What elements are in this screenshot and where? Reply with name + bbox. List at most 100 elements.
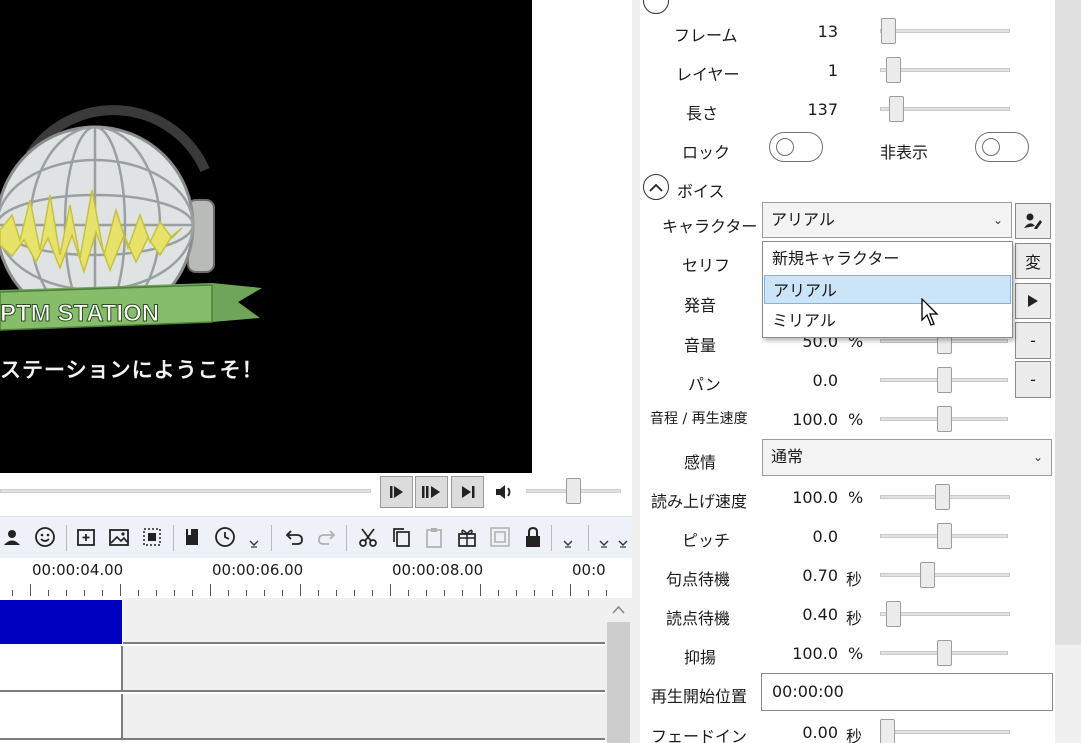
clock-icon[interactable] [213, 525, 237, 549]
scrollbar-thumb[interactable] [1055, 0, 1081, 645]
pan-label: パン [688, 375, 721, 394]
comma-wait-slider-thumb[interactable] [885, 601, 901, 627]
ruler-tick [570, 584, 571, 596]
volume-icon[interactable] [494, 482, 516, 502]
length-label: 長さ [686, 104, 719, 123]
seek-bar[interactable] [0, 489, 371, 493]
pitch-speed-slider-thumb[interactable] [936, 406, 952, 432]
dropdown-arrow-icon[interactable] [242, 525, 266, 549]
scissors-icon[interactable] [356, 525, 380, 549]
period-wait-value: 0.70 [802, 566, 838, 585]
toolbar-divider [346, 525, 347, 551]
volume-label: 音量 [684, 336, 717, 355]
panel-splitter[interactable] [632, 0, 640, 743]
pitch-slider-thumb[interactable] [936, 523, 952, 549]
scrollbar-thumb[interactable] [607, 622, 630, 743]
dropdown-option[interactable]: アリアル [764, 275, 1011, 304]
ruler-tick [12, 590, 13, 596]
play-pause-button[interactable] [415, 476, 448, 508]
read-speed-slider-thumb[interactable] [935, 484, 951, 510]
ruler-tick [102, 590, 103, 596]
pitch-speed-unit: % [848, 410, 864, 429]
volume-slider-thumb[interactable] [566, 478, 581, 504]
pan-slider-thumb[interactable] [936, 367, 952, 393]
track-area[interactable] [0, 694, 123, 740]
hide-toggle[interactable] [975, 132, 1029, 162]
start-position-input[interactable]: 00:00:00 [761, 673, 1053, 711]
lock-toggle[interactable] [769, 132, 823, 162]
emotion-select[interactable]: 通常 ⌄ [762, 439, 1052, 476]
collapse-general-icon[interactable] [643, 0, 669, 14]
play-icon [1028, 295, 1038, 307]
frame-slider-thumb[interactable] [881, 18, 897, 44]
period-wait-slider-track[interactable] [880, 573, 1010, 577]
redo-icon[interactable] [315, 525, 339, 549]
copy-icon[interactable] [389, 525, 413, 549]
voice-clip[interactable] [0, 600, 122, 644]
grid-select-icon[interactable] [140, 525, 164, 549]
layer-slider-thumb[interactable] [885, 57, 901, 83]
track-area[interactable] [0, 646, 123, 692]
properties-scrollbar[interactable] [1055, 0, 1081, 743]
ruler-tick [354, 590, 355, 596]
track-row[interactable] [0, 598, 605, 644]
hide-label: 非表示 [880, 143, 929, 162]
paste-icon[interactable] [422, 525, 446, 549]
period-wait-slider-thumb[interactable] [920, 562, 936, 588]
pan-value: 0.0 [812, 371, 838, 390]
volume-reset-button[interactable]: - [1015, 322, 1051, 359]
scroll-up-icon[interactable] [612, 605, 625, 614]
track-row[interactable] [0, 694, 605, 740]
convert-button[interactable]: 変 [1015, 243, 1051, 279]
undo-icon[interactable] [282, 525, 306, 549]
character-select[interactable]: アリアル ⌄ [762, 202, 1012, 238]
emoji-icon[interactable] [33, 525, 57, 549]
track-row[interactable] [0, 646, 605, 692]
track-area[interactable] [123, 646, 605, 692]
lock-icon[interactable] [521, 525, 545, 549]
pitch-speed-value: 100.0 [792, 410, 838, 429]
period-wait-unit: 秒 [846, 570, 863, 589]
app-window: PTM STATION ステーションにようこそ！ 00:00:04.00 00:… [0, 0, 1081, 743]
timeline-ruler[interactable]: 00:00:04.00 00:00:06.00 00:00:08.00 00:0 [0, 558, 607, 598]
read-speed-label: 読み上げ速度 [651, 492, 748, 511]
gift-icon[interactable] [455, 525, 479, 549]
frame-slider-track[interactable] [880, 29, 1010, 33]
track-area[interactable] [123, 694, 605, 740]
frame-label: フレーム [674, 26, 738, 45]
voice-section-header: ボイス [677, 182, 725, 201]
step-forward-button[interactable] [380, 476, 413, 508]
comma-wait-unit: 秒 [846, 609, 863, 628]
fadein-slider-thumb[interactable] [880, 719, 895, 743]
length-slider-thumb[interactable] [889, 96, 905, 122]
dropdown-arrow-icon[interactable] [556, 525, 580, 549]
edit-character-button[interactable] [1015, 203, 1051, 239]
user-icon[interactable] [0, 525, 24, 549]
intonation-slider-thumb[interactable] [936, 640, 952, 666]
ruler-tick [138, 590, 139, 596]
group-icon[interactable] [488, 525, 512, 549]
track-area[interactable] [123, 598, 605, 644]
timeline-tracks [0, 598, 605, 743]
intonation-unit: % [848, 644, 864, 663]
fadein-unit: 秒 [846, 727, 863, 743]
ruler-tick [606, 590, 607, 596]
fadein-slider-track[interactable] [880, 730, 1010, 734]
bookmark-icon[interactable] [180, 525, 204, 549]
video-preview: PTM STATION ステーションにようこそ！ [0, 0, 532, 473]
collapse-voice-icon[interactable] [643, 174, 669, 200]
pan-reset-button[interactable]: - [1015, 361, 1051, 398]
ruler-tick [534, 590, 535, 596]
image-icon[interactable] [107, 525, 131, 549]
ruler-tick [156, 590, 157, 596]
ruler-label: 00:00:06.00 [212, 561, 304, 579]
dropdown-option[interactable]: 新規キャラクター [764, 244, 1011, 273]
play-voice-button[interactable] [1015, 283, 1051, 319]
ruler-tick [318, 590, 319, 596]
timeline-scrollbar[interactable] [605, 598, 632, 743]
dropdown-option[interactable]: ミリアル [764, 306, 1011, 335]
add-clip-icon[interactable] [74, 525, 98, 549]
skip-end-button[interactable] [451, 476, 484, 508]
ruler-tick [372, 590, 373, 596]
logo-banner-text: PTM STATION [0, 300, 159, 327]
